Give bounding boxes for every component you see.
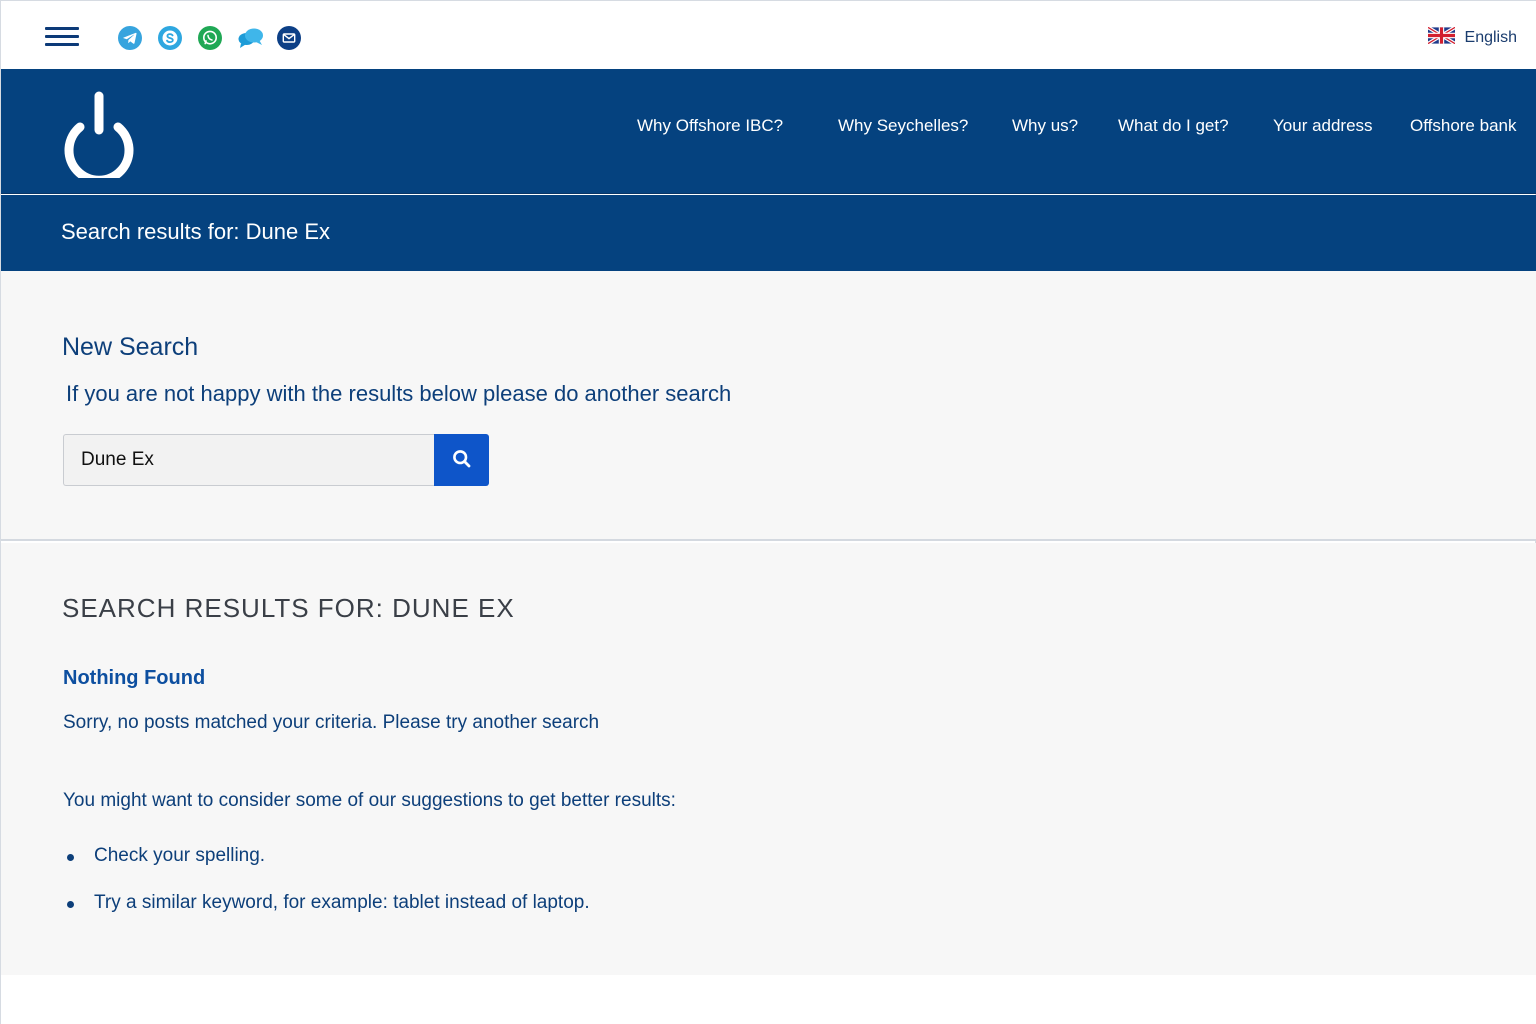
search-title-band: Search results for: Dune Ex: [1, 195, 1536, 271]
nav-item-your-address[interactable]: Your address: [1273, 116, 1373, 136]
suggestions-list: Check your spelling. Try a similar keywo…: [63, 845, 590, 939]
nav-item-why-seychelles[interactable]: Why Seychelles?: [838, 116, 968, 136]
nav-item-why-offshore-ibc[interactable]: Why Offshore IBC?: [637, 116, 783, 136]
search-button[interactable]: [434, 434, 489, 486]
nav-item-what-do-i-get[interactable]: What do I get?: [1118, 116, 1229, 136]
hamburger-menu-icon[interactable]: [45, 26, 79, 48]
new-search-heading: New Search: [62, 333, 199, 361]
suggestions-intro: You might want to consider some of our s…: [63, 790, 676, 811]
top-utility-bar: English: [1, 1, 1536, 69]
language-selector[interactable]: English: [1426, 25, 1517, 49]
main-navigation: Why Offshore IBC? Why Seychelles? Why us…: [1, 69, 1536, 194]
power-logo-icon[interactable]: [59, 90, 139, 185]
search-input[interactable]: [63, 434, 435, 486]
list-item: Try a similar keyword, for example: tabl…: [63, 892, 590, 939]
search-results-section: SEARCH RESULTS FOR: DUNE EX Nothing Foun…: [1, 543, 1536, 975]
page-title: Search results for: Dune Ex: [61, 219, 331, 244]
nav-item-why-us[interactable]: Why us?: [1012, 116, 1078, 136]
chat-icon[interactable]: [237, 26, 265, 50]
nav-item-offshore-bank[interactable]: Offshore bank: [1410, 116, 1516, 136]
page-bottom-spacer: [1, 975, 1536, 1024]
new-search-subtitle: If you are not happy with the results be…: [66, 381, 732, 406]
new-search-section: New Search If you are not happy with the…: [1, 271, 1536, 541]
results-heading: SEARCH RESULTS FOR: DUNE EX: [62, 593, 515, 623]
skype-icon[interactable]: [158, 26, 182, 50]
telegram-icon[interactable]: [118, 26, 142, 50]
uk-flag-icon: [1426, 25, 1456, 49]
search-icon: [452, 449, 472, 472]
list-item: Check your spelling.: [63, 845, 590, 892]
nothing-found-heading: Nothing Found: [63, 667, 206, 689]
language-label: English: [1464, 29, 1517, 46]
email-icon[interactable]: [277, 26, 301, 50]
no-results-message: Sorry, no posts matched your criteria. P…: [63, 712, 600, 733]
whatsapp-icon[interactable]: [198, 26, 222, 50]
